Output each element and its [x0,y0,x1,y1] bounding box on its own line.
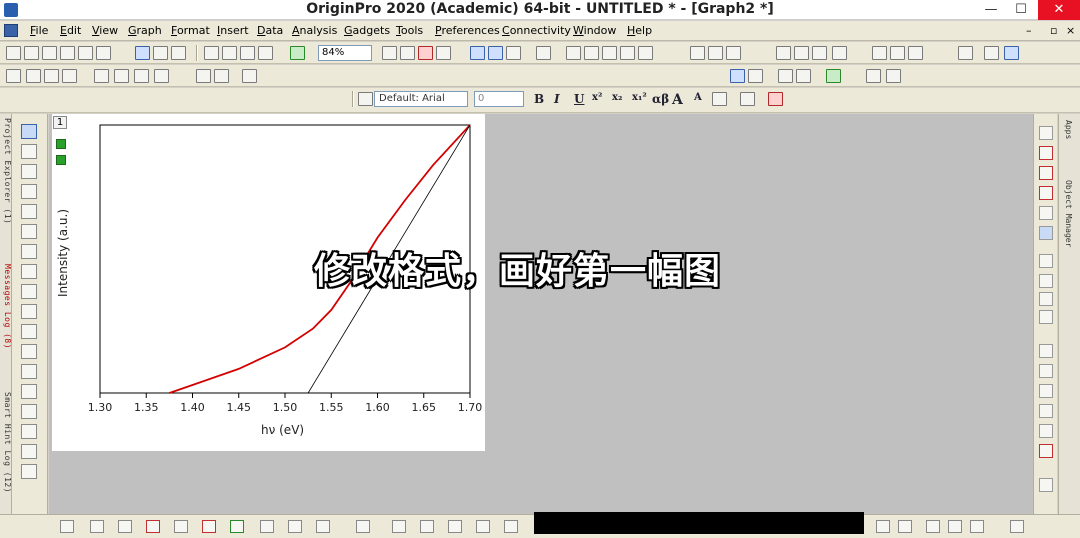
right-dock-rail: Apps Object Manager [1058,114,1080,514]
frame-corner-icon[interactable] [1039,384,1053,398]
object-align-icon[interactable] [926,520,940,533]
image-plot-icon[interactable] [504,520,518,533]
frame-box-icon[interactable] [1039,404,1053,418]
redacted-region [534,512,864,534]
x-tick-label: 1.30 [87,401,113,414]
x-tick-label: 1.65 [411,401,437,414]
column-plot-icon[interactable] [146,520,160,533]
3d-scatter-icon[interactable] [420,520,434,533]
video-caption-overlay: 修改格式，画好第一幅图 [314,251,722,292]
group-icon[interactable] [1010,520,1024,533]
axis-icon[interactable] [1039,146,1053,160]
x-tick-label: 1.70 [457,401,483,414]
3d-bar-icon[interactable] [392,520,406,533]
bring-to-front-icon[interactable] [1039,126,1053,140]
x-tick-label: 1.55 [319,401,344,414]
stack-plot-icon[interactable] [202,520,216,533]
x-tick-label: 1.45 [226,401,252,414]
x-tick-label: 1.35 [134,401,159,414]
auto-rescale-icon[interactable] [1039,226,1053,240]
fill-area-icon[interactable] [230,520,244,533]
layer-grid-icon[interactable] [1039,310,1053,324]
contour-icon[interactable] [448,520,462,533]
rescale-icon[interactable] [1039,206,1053,220]
area-plot-icon[interactable] [174,520,188,533]
layout-icon[interactable] [1039,478,1053,492]
x-axis-ticks [99,393,471,398]
object-size-icon[interactable] [970,520,984,533]
axis-icon[interactable] [1039,186,1053,200]
scatter-plot-icon[interactable] [90,520,104,533]
layout-page-icon[interactable] [876,520,890,533]
frame-corner-icon[interactable] [1039,444,1053,458]
object-distribute-icon[interactable] [948,520,962,533]
heatmap-icon[interactable] [476,520,490,533]
layer-grid-icon[interactable] [1039,292,1053,306]
y-axis-title[interactable]: Intensity (a.u.) [56,209,70,297]
x-tick-label: 1.50 [272,401,298,414]
line-plot-icon[interactable] [60,520,74,533]
add-layer-icon[interactable] [1039,254,1053,268]
layer-grid-icon[interactable] [1039,274,1053,288]
frame-corner-icon[interactable] [1039,364,1053,378]
x-tick-label: 1.40 [180,401,205,414]
axis-icon[interactable] [1039,166,1053,180]
3d-surface-icon[interactable] [356,520,370,533]
pie-plot-icon[interactable] [260,520,274,533]
box-plot-icon[interactable] [288,520,302,533]
frame-corner-icon[interactable] [1039,424,1053,438]
right-tools-toolbar [1033,114,1057,514]
line-symbol-icon[interactable] [118,520,132,533]
frame-corner-icon[interactable] [1039,344,1053,358]
multi-panel-icon[interactable] [316,520,330,533]
apps-tab[interactable]: Apps [1064,120,1073,139]
x-tick-label: 1.60 [365,401,390,414]
layout-page-icon[interactable] [898,520,912,533]
x-axis-title[interactable]: hν (eV) [261,423,304,437]
object-manager-tab[interactable]: Object Manager [1064,180,1073,247]
